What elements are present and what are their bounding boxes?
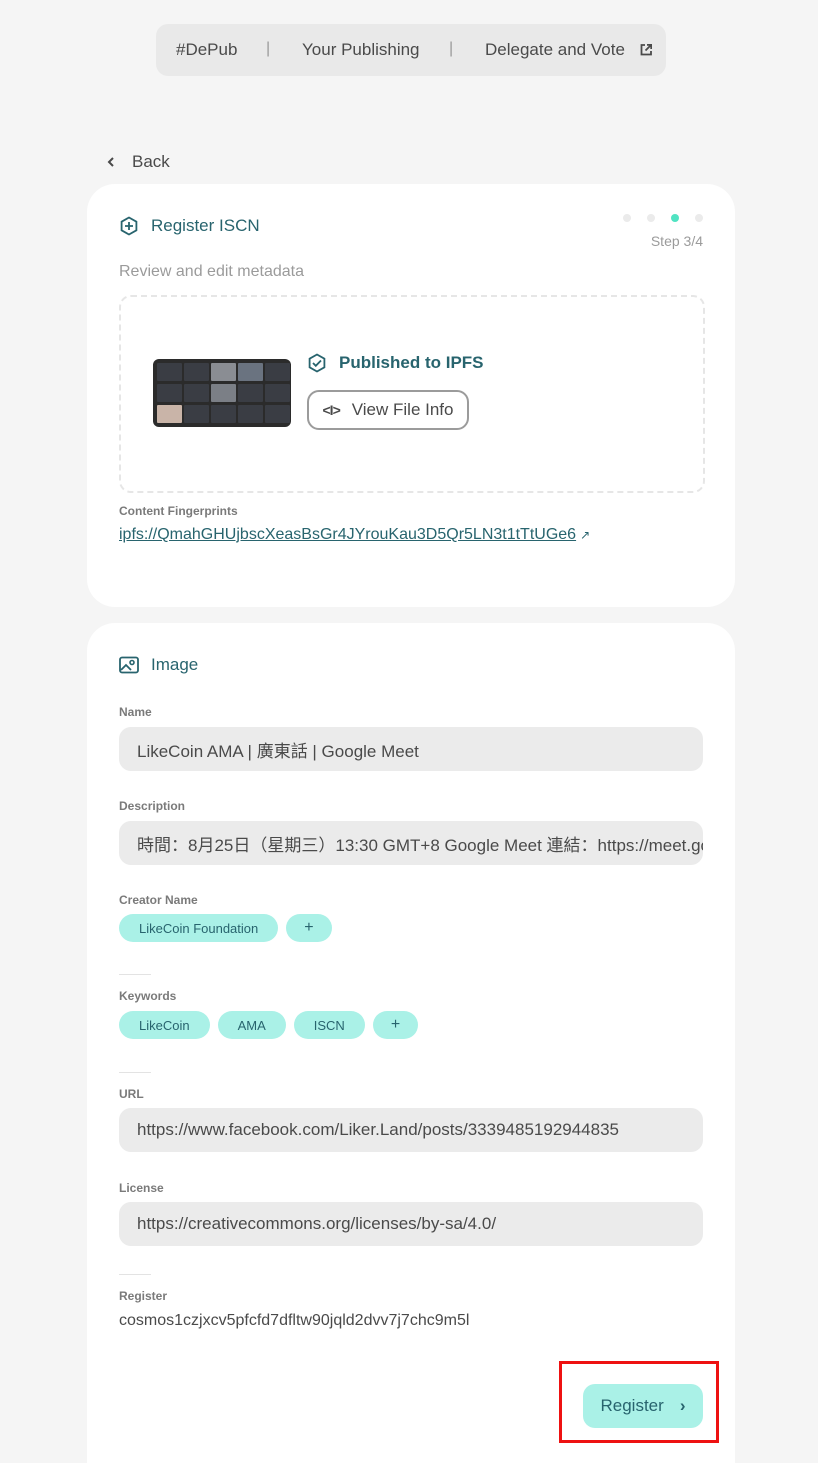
- external-arrow-icon: ↗: [580, 528, 591, 542]
- step-indicator: [623, 214, 703, 222]
- keyword-chip[interactable]: AMA: [217, 1011, 286, 1039]
- add-creator-button[interactable]: +: [286, 914, 332, 942]
- image-icon: [119, 656, 139, 674]
- image-heading: Image: [119, 655, 198, 675]
- back-label: Back: [132, 152, 170, 171]
- nav-delegate-vote[interactable]: Delegate and Vote: [485, 40, 652, 60]
- description-label: Description: [119, 799, 186, 813]
- image-metadata-card: Image Name LikeCoin AMA | 廣東話 | Google M…: [87, 623, 735, 1463]
- nav-separator: |: [266, 40, 271, 57]
- license-label: License: [119, 1181, 164, 1195]
- step-dot: [695, 214, 703, 222]
- add-hexagon-icon: [120, 216, 138, 236]
- external-link-icon: [640, 44, 652, 56]
- register-iscn-card: Register ISCN Step 3/4 Review and edit m…: [87, 184, 735, 607]
- divider: [119, 974, 151, 975]
- top-nav: #DePub | Your Publishing | Delegate and …: [156, 24, 666, 76]
- description-field[interactable]: 時間：8月25日（星期三）13:30 GMT+8 Google Meet 連結：…: [119, 821, 703, 865]
- step-dot-active: [671, 214, 679, 222]
- nav-your-publishing[interactable]: Your Publishing: [302, 40, 420, 60]
- divider: [119, 1274, 151, 1275]
- chevron-right-icon: ›: [679, 1396, 686, 1415]
- fingerprints-label: Content Fingerprints: [119, 504, 238, 518]
- register-button[interactable]: Register ›: [583, 1384, 703, 1428]
- step-label: Step 3/4: [650, 233, 703, 249]
- nav-separator: |: [449, 40, 454, 57]
- nav-delegate-vote-label: Delegate and Vote: [485, 40, 625, 59]
- keyword-chips: LikeCoin AMA ISCN +: [119, 1011, 419, 1039]
- name-field[interactable]: LikeCoin AMA | 廣東話 | Google Meet: [119, 727, 703, 771]
- step-dot: [623, 214, 631, 222]
- creator-chip[interactable]: LikeCoin Foundation: [119, 914, 279, 942]
- register-iscn-heading: Register ISCN: [119, 216, 260, 236]
- register-address: cosmos1czjxcv5pfcfd7dfltw90jqld2dvv7j7ch…: [119, 1312, 470, 1329]
- keyword-chip[interactable]: ISCN: [293, 1011, 365, 1039]
- license-field[interactable]: https://creativecommons.org/licenses/by-…: [119, 1202, 703, 1246]
- view-file-info-button[interactable]: <I> View File Info: [307, 390, 469, 430]
- creator-chips: LikeCoin Foundation +: [119, 914, 332, 942]
- keywords-label: Keywords: [119, 989, 177, 1003]
- view-file-info-label: View File Info: [351, 400, 454, 419]
- register-button-label: Register: [600, 1396, 664, 1415]
- name-label: Name: [119, 705, 152, 719]
- check-hexagon-icon: [308, 353, 326, 373]
- keyword-chip[interactable]: LikeCoin: [119, 1011, 210, 1039]
- chevron-left-icon: [107, 157, 114, 167]
- register-label: Register: [119, 1289, 168, 1303]
- divider: [119, 1072, 151, 1073]
- back-button[interactable]: Back: [106, 152, 170, 172]
- published-label: Published to IPFS: [339, 353, 484, 372]
- nav-depub[interactable]: #DePub: [176, 40, 237, 60]
- published-status: Published to IPFS: [307, 353, 484, 373]
- register-iscn-title: Register ISCN: [151, 216, 260, 235]
- url-field[interactable]: https://www.facebook.com/Liker.Land/post…: [119, 1108, 703, 1152]
- code-icon: <I>: [322, 402, 341, 418]
- card-subtitle: Review and edit metadata: [119, 263, 304, 280]
- file-thumbnail: [153, 359, 291, 427]
- url-label: URL: [119, 1087, 144, 1101]
- fingerprint-link[interactable]: ipfs://QmahGHUjbscXeasBsGr4JYrouKau3D5Qr…: [119, 526, 590, 544]
- image-title: Image: [151, 655, 199, 674]
- creator-label: Creator Name: [119, 893, 198, 907]
- file-preview-area: Published to IPFS <I> View File Info: [119, 295, 705, 493]
- add-keyword-button[interactable]: +: [372, 1011, 419, 1039]
- fingerprint-link-text: ipfs://QmahGHUjbscXeasBsGr4JYrouKau3D5Qr…: [119, 526, 577, 543]
- step-dot: [647, 214, 655, 222]
